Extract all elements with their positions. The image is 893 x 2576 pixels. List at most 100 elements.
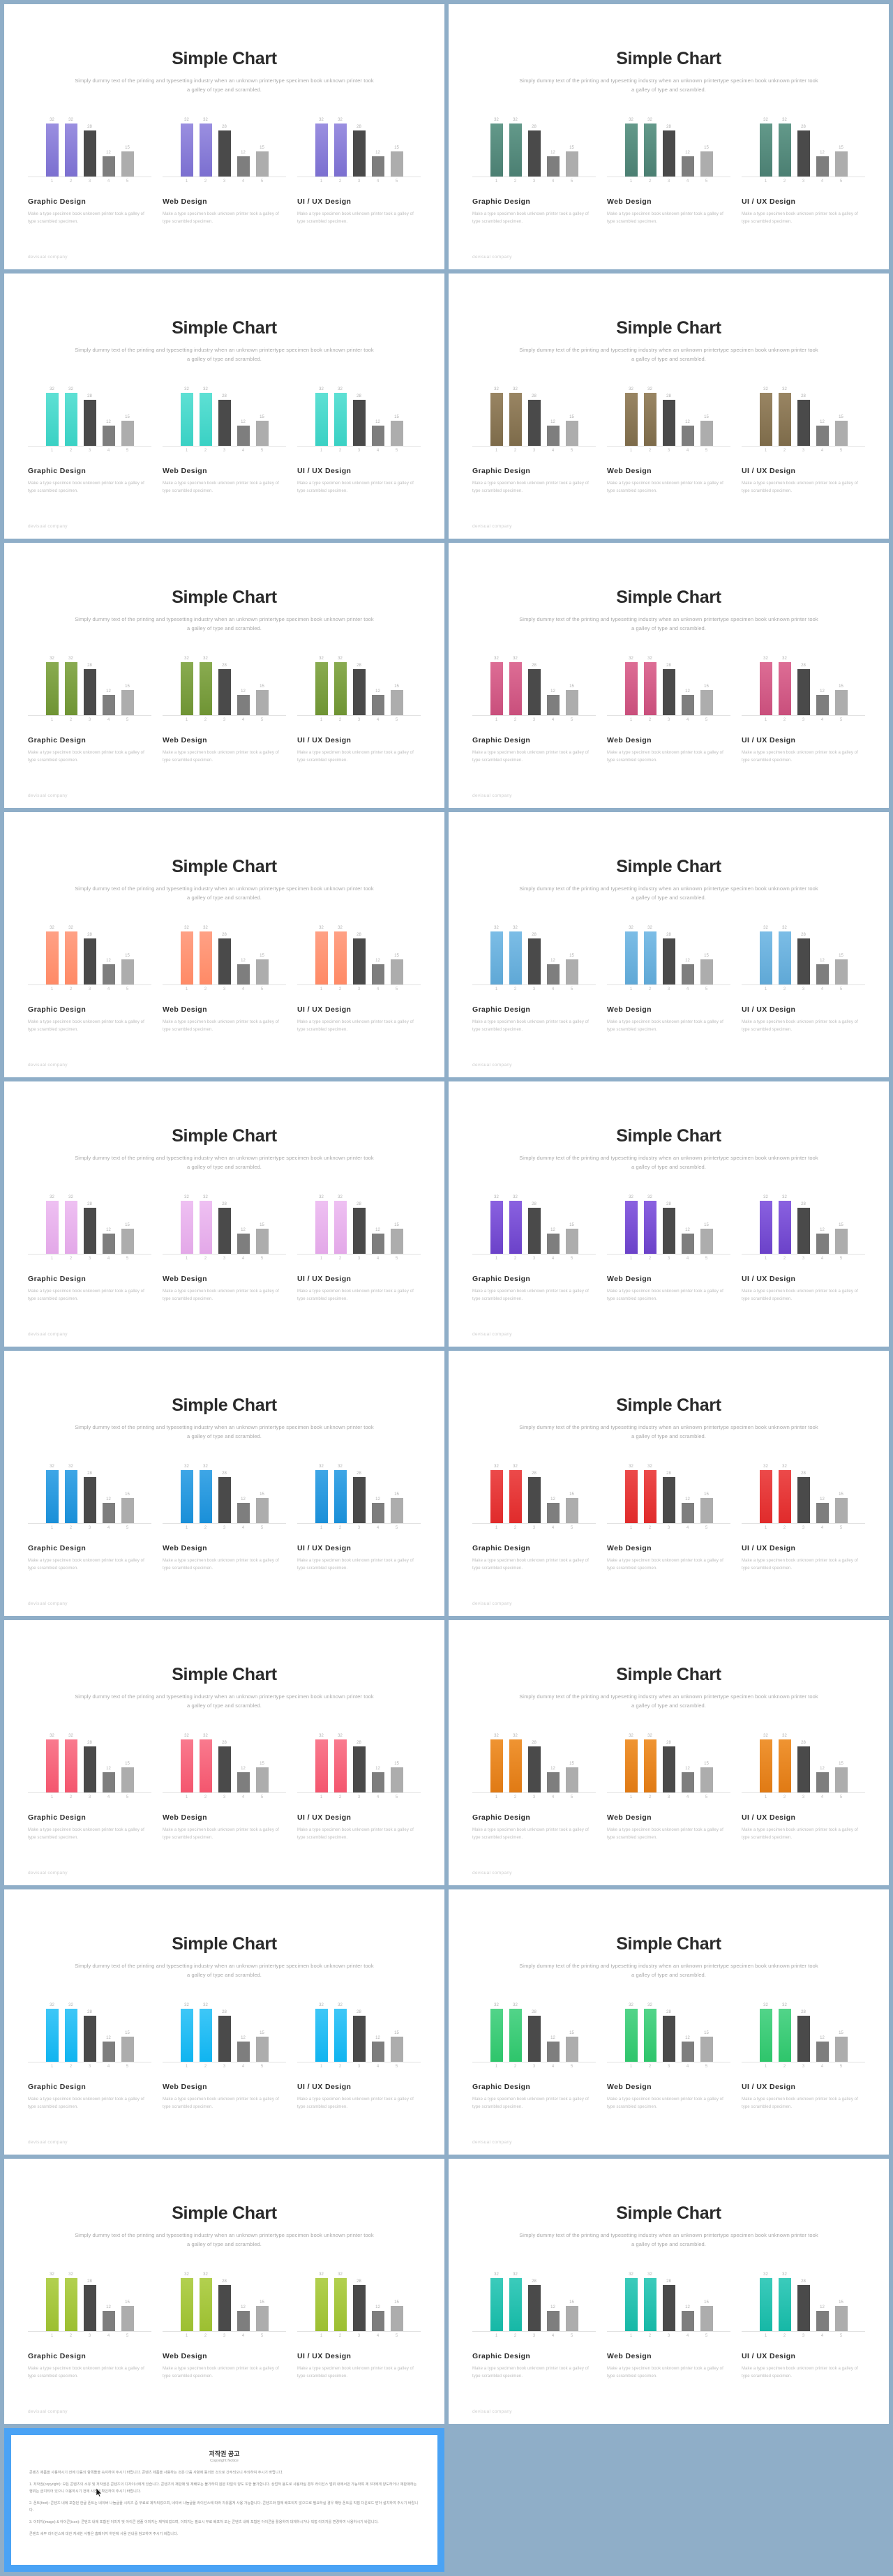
chart-caption-body: Make a type specimen book unknown printe… xyxy=(472,481,589,494)
bar xyxy=(64,1201,77,1255)
bar-item: 28 xyxy=(527,112,541,177)
bar-item: 12 xyxy=(546,1998,560,2062)
bar-item: 32 xyxy=(315,382,328,447)
bar-value-label: 32 xyxy=(647,1465,652,1469)
slide-thumbnail[interactable]: Simple Chart Simply dummy text of the pri… xyxy=(449,2159,889,2424)
bar-chart: 32 32 28 12 15 xyxy=(472,1728,596,1794)
x-axis-tick: 1 xyxy=(320,987,323,992)
slide-subtitle: Simply dummy text of the printing and ty… xyxy=(75,616,374,632)
slide-thumbnail[interactable]: Simple Chart Simply dummy text of the pri… xyxy=(4,1889,444,2155)
chart-caption-body: Make a type specimen book unknown printe… xyxy=(472,1559,589,1571)
slide-thumbnail[interactable]: Simple Chart Simply dummy text of the pri… xyxy=(4,2159,444,2424)
bar-item: 28 xyxy=(662,1190,675,1255)
chart-column: 32 32 28 12 15 1 2 3 4 5 UI / UX Design Make a type… xyxy=(297,1459,421,1573)
chart-group-row: 32 32 28 12 15 1 2 3 4 5 Graphic Design Make a type… xyxy=(472,2267,865,2381)
bar-value-label: 15 xyxy=(394,415,399,420)
bar xyxy=(218,2016,231,2062)
chart-caption-title: Graphic Design xyxy=(28,2083,87,2092)
bar-value-label: 32 xyxy=(203,1734,208,1739)
bar-item: 12 xyxy=(816,920,829,985)
slide-thumbnail[interactable]: Simple Chart Simply dummy text of the pri… xyxy=(4,274,444,539)
bar xyxy=(681,1234,694,1255)
x-axis-tick: 3 xyxy=(88,2065,91,2069)
chart-caption-body: Make a type specimen book unknown printe… xyxy=(742,212,858,225)
x-axis-tick: 5 xyxy=(395,2065,398,2069)
bar-value-label: 12 xyxy=(106,1767,111,1772)
bar-value-label: 32 xyxy=(50,2272,54,2277)
x-axis: 1 2 3 4 5 xyxy=(472,179,596,184)
slide-thumbnail[interactable]: Simple Chart Simply dummy text of the pri… xyxy=(449,1889,889,2155)
bar-value-label: 15 xyxy=(569,146,574,151)
bar xyxy=(662,669,675,716)
bar-item: 12 xyxy=(546,2267,560,2332)
slide-thumbnail[interactable]: Simple Chart Simply dummy text of the pri… xyxy=(449,1081,889,1347)
bar xyxy=(255,1229,269,1255)
bar xyxy=(64,393,77,447)
slide-thumbnail[interactable]: Simple Chart Simply dummy text of the pri… xyxy=(449,543,889,808)
bar xyxy=(102,1234,115,1255)
x-axis-tick: 2 xyxy=(513,1795,517,1800)
bar-item: 12 xyxy=(681,651,694,716)
chart-caption-body: Make a type specimen book unknown printe… xyxy=(607,2097,723,2110)
bar-item: 15 xyxy=(834,2267,848,2332)
bar-value-label: 32 xyxy=(203,2272,208,2277)
x-axis-tick: 1 xyxy=(320,449,323,454)
bar xyxy=(546,1772,560,1793)
bar xyxy=(490,1470,503,1524)
bar xyxy=(490,662,503,716)
bar-value-label: 28 xyxy=(357,1202,361,1207)
bar xyxy=(834,1498,848,1524)
slide-thumbnail[interactable]: Simple Chart Simply dummy text of the pri… xyxy=(449,4,889,269)
bar-value-label: 28 xyxy=(801,1472,806,1476)
bar-value-label: 28 xyxy=(357,125,361,130)
bar-item: 15 xyxy=(834,382,848,447)
bar-item: 32 xyxy=(643,2267,656,2332)
x-axis-tick: 5 xyxy=(126,2065,129,2069)
slide-subtitle: Simply dummy text of the printing and ty… xyxy=(75,885,374,901)
x-axis-tick: 1 xyxy=(185,718,188,723)
x-axis-tick: 1 xyxy=(629,718,633,723)
bar-value-label: 12 xyxy=(685,151,690,156)
slide-thumbnail[interactable]: Simple Chart Simply dummy text of the pri… xyxy=(4,1620,444,1885)
x-axis: 1 2 3 4 5 xyxy=(472,718,596,722)
bar-value-label: 15 xyxy=(394,1492,399,1497)
x-axis-tick: 5 xyxy=(839,2065,843,2069)
slide-thumbnail[interactable]: Simple Chart Simply dummy text of the pri… xyxy=(4,1081,444,1347)
x-axis-tick: 4 xyxy=(551,2065,555,2069)
chart-caption-title: Graphic Design xyxy=(472,2083,531,2092)
slide-thumbnail[interactable]: Simple Chart Simply dummy text of the pri… xyxy=(449,812,889,1077)
bar-item: 32 xyxy=(64,1998,77,2062)
slide-footer: devisual company xyxy=(472,2409,512,2414)
slide-thumbnail[interactable]: Simple Chart Simply dummy text of the pri… xyxy=(4,1351,444,1616)
bar-value-label: 15 xyxy=(125,684,130,689)
x-axis-tick: 1 xyxy=(495,1257,498,1261)
bar xyxy=(83,2285,96,2332)
bar-item: 32 xyxy=(643,920,656,985)
chart-caption-body: Make a type specimen book unknown printe… xyxy=(163,1289,279,1302)
bar-item: 28 xyxy=(527,382,541,447)
bar-item: 32 xyxy=(624,112,638,177)
x-axis-tick: 4 xyxy=(376,1526,380,1531)
bar xyxy=(759,1739,772,1793)
bar-value-label: 15 xyxy=(260,684,264,689)
chart-caption-title: Web Design xyxy=(607,1544,652,1553)
bar-value-label: 15 xyxy=(839,2300,843,2305)
x-axis: 1 2 3 4 5 xyxy=(742,1526,865,1530)
slide-thumbnail[interactable]: Simple Chart Simply dummy text of the pri… xyxy=(449,1351,889,1616)
bar-value-label: 28 xyxy=(801,933,806,938)
bar-value-label: 32 xyxy=(494,657,499,661)
x-axis-tick: 4 xyxy=(686,179,689,184)
slide-thumbnail[interactable]: Simple Chart Simply dummy text of the pri… xyxy=(4,4,444,269)
bar-item: 28 xyxy=(352,112,366,177)
chart-caption-body: Make a type specimen book unknown printe… xyxy=(742,1559,858,1571)
slide-thumbnail[interactable]: Simple Chart Simply dummy text of the pri… xyxy=(4,543,444,808)
bar xyxy=(352,2016,366,2062)
copyright-slide[interactable]: 저작권 공고 Copyright Notice 콘텐츠 제품을 사용하시기 전에… xyxy=(4,2428,444,2572)
slide-thumbnail[interactable]: Simple Chart Simply dummy text of the pri… xyxy=(4,812,444,1077)
chart-group-row: 32 32 28 12 15 1 2 3 4 5 Graphic Design Make a type… xyxy=(28,1998,421,2111)
bar xyxy=(643,1201,656,1255)
slide-thumbnail[interactable]: Simple Chart Simply dummy text of the pri… xyxy=(449,274,889,539)
bar-item: 12 xyxy=(681,1998,694,2062)
slide-thumbnail[interactable]: Simple Chart Simply dummy text of the pri… xyxy=(449,1620,889,1885)
chart-column: 32 32 28 12 15 1 2 3 4 5 Web Design Make a type spe… xyxy=(163,1459,286,1573)
